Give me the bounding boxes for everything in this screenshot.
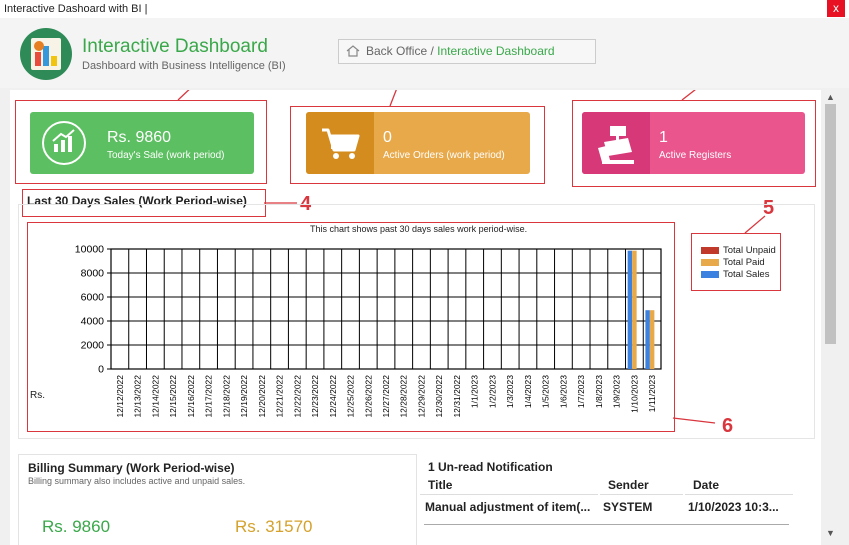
x-tick-label: 1/5/2023 [541, 375, 551, 408]
x-tick-label: 12/12/2022 [115, 375, 125, 418]
x-tick-label: 12/28/2022 [399, 375, 409, 418]
x-tick-label: 12/18/2022 [221, 375, 231, 418]
breadcrumb: Back Office / Interactive Dashboard [338, 39, 596, 64]
x-tick-label: 12/26/2022 [363, 375, 373, 418]
x-tick-label: 1/1/2023 [470, 375, 480, 408]
x-tick-label: 12/21/2022 [275, 375, 285, 418]
notifications-panel: 1 Un-read Notification Title Sender Date… [420, 454, 813, 545]
x-tick-label: 12/16/2022 [186, 375, 196, 418]
y-tick-label: 4000 [81, 316, 105, 328]
x-tick-label: 12/24/2022 [328, 375, 338, 418]
billing-summary-panel: Billing Summary (Work Period-wise) Billi… [18, 454, 417, 545]
x-tick-label: 12/13/2022 [133, 375, 143, 418]
y-tick-label: 8000 [81, 268, 105, 280]
notification-title-cell[interactable]: Manual adjustment of item(... [425, 500, 590, 514]
x-tick-label: 1/7/2023 [576, 375, 586, 408]
dashboard-logo-icon [20, 28, 72, 80]
x-tick-label: 12/17/2022 [204, 375, 214, 418]
x-tick-label: 12/19/2022 [239, 375, 249, 418]
app-subtitle: Dashboard with Business Intelligence (BI… [82, 60, 286, 72]
chart-legend: Total Unpaid Total Paid Total Sales [696, 240, 780, 288]
column-header-sender[interactable]: Sender [600, 476, 683, 495]
column-header-title[interactable]: Title [420, 476, 598, 495]
billing-value-2: Rs. 31570 [235, 517, 313, 536]
x-tick-label: 1/2/2023 [487, 375, 497, 408]
scrollbar-thumb[interactable] [825, 104, 836, 344]
app-title: Interactive Dashboard [82, 36, 268, 57]
app-header: Interactive Dashboard Dashboard with Bus… [0, 18, 849, 88]
billing-value-1: Rs. 9860 [42, 517, 111, 536]
billing-title: Billing Summary (Work Period-wise) [28, 461, 235, 475]
notification-sender-cell[interactable]: SYSTEM [603, 500, 652, 514]
column-header-date[interactable]: Date [685, 476, 793, 495]
x-tick-label: 12/29/2022 [416, 375, 426, 418]
x-tick-label: 12/15/2022 [168, 375, 178, 418]
row-divider [424, 524, 789, 525]
billing-subtitle: Billing summary also includes active and… [28, 476, 246, 486]
home-icon[interactable] [346, 45, 360, 57]
y-tick-label: 10000 [75, 244, 104, 256]
y-tick-label: 2000 [81, 340, 105, 352]
x-tick-label: 1/10/2023 [629, 375, 639, 413]
dashboard-content: Rs. 9860 Today's Sale (work period) 0 Ac… [10, 90, 821, 545]
x-tick-label: 12/30/2022 [434, 375, 444, 418]
x-tick-label: 1/6/2023 [558, 375, 568, 408]
plot-border [110, 248, 662, 370]
x-tick-label: 1/4/2023 [523, 375, 533, 408]
bar-total-sales [645, 310, 650, 369]
bar-total-sales [627, 250, 633, 369]
x-tick-label: 1/3/2023 [505, 375, 515, 408]
scroll-down-icon[interactable]: ▼ [826, 528, 835, 538]
x-tick-label: 12/20/2022 [257, 375, 267, 418]
breadcrumb-current: Interactive Dashboard [437, 44, 555, 58]
y-tick-label: 0 [98, 364, 104, 376]
x-tick-label: 12/27/2022 [381, 375, 391, 418]
vertical-scrollbar[interactable]: ▲ ▼ [823, 90, 839, 545]
scroll-up-icon[interactable]: ▲ [826, 92, 835, 102]
notification-date-cell[interactable]: 1/10/2023 10:3... [688, 500, 779, 514]
bar-total-paid [649, 310, 655, 369]
x-tick-label: 1/8/2023 [594, 375, 604, 408]
x-tick-label: 12/22/2022 [292, 375, 302, 418]
x-tick-label: 12/14/2022 [150, 375, 160, 418]
x-tick-label: 12/31/2022 [452, 375, 462, 418]
notifications-title: 1 Un-read Notification [428, 460, 553, 474]
window-titlebar: Interactive Dashoard with BI | x [0, 0, 849, 19]
breadcrumb-back-office[interactable]: Back Office / [366, 44, 434, 58]
x-tick-label: 1/9/2023 [612, 375, 622, 408]
close-button[interactable]: x [827, 0, 845, 17]
window-title: Interactive Dashoard with BI | [4, 3, 148, 15]
x-tick-label: 12/23/2022 [310, 375, 320, 418]
x-tick-label: 1/11/2023 [647, 375, 657, 412]
x-tick-label: 12/25/2022 [346, 375, 356, 418]
y-tick-label: 6000 [81, 292, 105, 304]
bar-total-paid [632, 250, 637, 369]
